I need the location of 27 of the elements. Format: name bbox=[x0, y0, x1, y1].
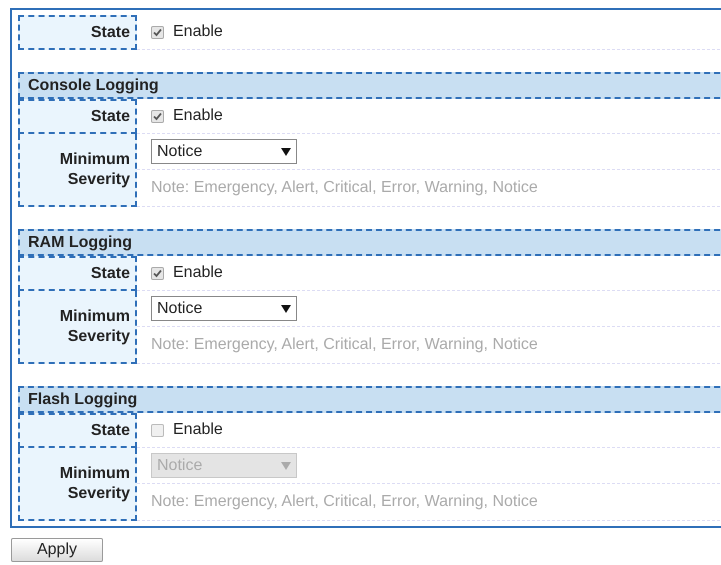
field-label: State bbox=[18, 413, 137, 448]
caret-icon bbox=[281, 148, 291, 156]
checkbox-label: Enable bbox=[173, 420, 223, 440]
field-label: Minimum Severity bbox=[18, 291, 137, 364]
checkbox-label: Enable bbox=[173, 263, 223, 283]
field-label: Minimum Severity bbox=[18, 134, 137, 207]
checkbox[interactable] bbox=[151, 26, 164, 38]
severity-note: Note: Emergency, Alert, Critical, Error, Warning, Notice bbox=[151, 178, 538, 198]
severity-dropdown[interactable]: Notice bbox=[151, 139, 297, 164]
checkbox-label: Enable bbox=[173, 22, 223, 42]
field-label: Minimum Severity bbox=[18, 448, 137, 521]
field-label: State bbox=[18, 99, 137, 134]
field-label: State bbox=[18, 15, 137, 50]
section-header: Flash Logging bbox=[18, 386, 721, 413]
field-label: State bbox=[18, 256, 137, 291]
caret-icon bbox=[281, 462, 291, 470]
caret-icon bbox=[281, 304, 291, 312]
checkbox[interactable] bbox=[151, 424, 164, 436]
checkbox[interactable] bbox=[151, 110, 164, 122]
section-header: Console Logging bbox=[18, 72, 721, 99]
checkbox-label: Enable bbox=[173, 106, 223, 126]
section-header: RAM Logging bbox=[18, 229, 721, 256]
apply-button[interactable]: Apply bbox=[11, 538, 103, 562]
severity-note: Note: Emergency, Alert, Critical, Error, Warning, Notice bbox=[151, 335, 538, 355]
severity-note: Note: Emergency, Alert, Critical, Error, Warning, Notice bbox=[151, 492, 538, 512]
checkbox[interactable] bbox=[151, 266, 164, 280]
severity-dropdown[interactable]: Notice bbox=[151, 296, 297, 321]
